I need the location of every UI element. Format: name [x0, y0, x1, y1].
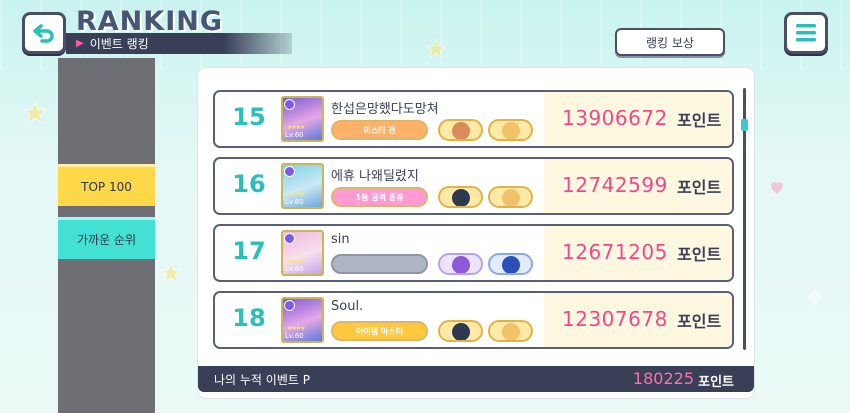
rank-number: 18	[232, 304, 266, 332]
card-level: Lv.60	[285, 131, 304, 139]
hamburger-menu-icon	[796, 24, 816, 42]
event-score: 12307678	[562, 307, 668, 331]
honor-badge: 아이템 마스터	[331, 321, 428, 341]
ranking-reward-button[interactable]: 랭킹 보상	[615, 28, 725, 56]
event-score: 12671205	[562, 240, 668, 264]
character-rank-icon	[438, 119, 483, 141]
player-name: sin	[331, 232, 350, 247]
page-subtitle-bar: ▶ 이벤트 랭킹	[66, 33, 292, 54]
attribute-icon	[284, 300, 295, 311]
attribute-icon	[284, 166, 295, 177]
card-stars-icon: ★★★★	[287, 258, 305, 265]
rank-number: 15	[232, 103, 266, 131]
star-decoration-icon	[160, 262, 182, 283]
leader-card-thumbnail: ★★★★ Lv.60	[281, 96, 324, 142]
ranking-row[interactable]: 17 ★★★★ Lv.60 sin 12671205 포인트	[213, 224, 734, 282]
character-rank-icon	[488, 253, 533, 275]
score-unit: 포인트	[677, 178, 722, 197]
back-arrow-icon	[33, 24, 54, 43]
event-score: 12742599	[562, 173, 668, 197]
ranking-row[interactable]: 18 ★★★★ Lv.60 Soul. 아이템 마스터 12307678 포인트	[213, 291, 734, 349]
rank-number: 16	[232, 170, 266, 198]
heart-decoration-icon	[771, 182, 783, 194]
event-score: 13906672	[562, 106, 668, 130]
honor-badge: 미스터 전	[331, 120, 428, 140]
diamond-decoration-icon	[807, 289, 823, 305]
score-unit: 포인트	[677, 111, 722, 130]
scrollbar-thumb[interactable]	[741, 119, 748, 131]
attribute-icon	[284, 99, 295, 110]
attribute-icon	[284, 233, 295, 244]
ranking-row[interactable]: 15 ★★★★ Lv.60 한섭은망했다도망쳐 미스터 전 13906672 포…	[213, 90, 734, 148]
page-subtitle: 이벤트 랭킹	[89, 37, 149, 51]
my-event-points-value: 180225	[632, 369, 694, 388]
rank-number: 17	[232, 237, 266, 265]
character-rank-icon	[488, 186, 533, 208]
my-event-points-bar: 나의 누적 이벤트 P 180225 포인트	[198, 366, 754, 392]
character-rank-icon	[488, 320, 533, 342]
card-stars-icon: ★★★★	[287, 191, 305, 198]
menu-button[interactable]	[784, 12, 828, 54]
honor-badge: 1등 공격 종류	[331, 187, 428, 207]
leader-card-thumbnail: ★★★★ Lv.60	[281, 230, 324, 276]
card-stars-icon: ★★★★	[287, 124, 305, 131]
back-button[interactable]	[22, 12, 66, 54]
character-rank-icon	[438, 253, 483, 275]
honor-badge-empty	[331, 254, 428, 274]
my-event-points-label: 나의 누적 이벤트 P	[214, 372, 310, 387]
character-rank-icon	[438, 186, 483, 208]
score-unit: 포인트	[677, 245, 722, 264]
tab-nearby-ranks[interactable]: 가까운 순위	[58, 217, 155, 259]
character-rank-icon	[488, 119, 533, 141]
leader-card-thumbnail: ★★★★ Lv.60	[281, 163, 324, 209]
star-decoration-icon	[425, 38, 447, 59]
card-level: Lv.60	[285, 265, 304, 273]
card-level: Lv.60	[285, 332, 304, 340]
player-name: Soul.	[331, 299, 364, 314]
my-event-points-unit: 포인트	[698, 375, 734, 390]
leader-card-thumbnail: ★★★★ Lv.60	[281, 297, 324, 343]
character-rank-icon	[438, 320, 483, 342]
score-unit: 포인트	[677, 312, 722, 331]
player-name: 한섭은망했다도망쳐	[331, 102, 439, 117]
player-name: 에휴 나왜딜렸지	[331, 169, 419, 184]
tab-top-100[interactable]: TOP 100	[58, 164, 155, 206]
card-stars-icon: ★★★★	[287, 325, 305, 332]
star-decoration-icon	[22, 100, 48, 124]
play-triangle-icon: ▶	[76, 38, 84, 49]
card-level: Lv.60	[285, 198, 304, 206]
ranking-row[interactable]: 16 ★★★★ Lv.60 에휴 나왜딜렸지 1등 공격 종류 12742599…	[213, 157, 734, 215]
